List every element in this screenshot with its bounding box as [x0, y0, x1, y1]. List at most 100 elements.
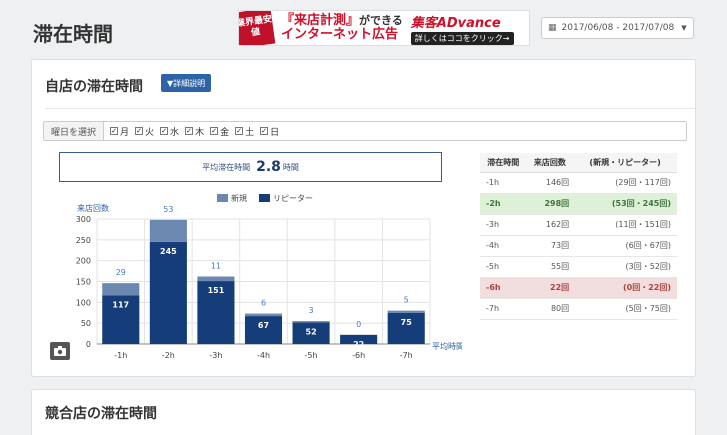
day-filter-label: 曜日を選択 — [44, 122, 105, 140]
table-cell-time: -5h — [480, 256, 527, 278]
ad-banner[interactable]: 業界最安値 『来店計測』ができる インターネット広告 集客ADvance 詳しく… — [238, 10, 530, 46]
y-tick-label: 150 — [76, 278, 91, 287]
bar-new — [102, 283, 140, 296]
table-row: -2h 298回 (53回・245回) — [480, 193, 677, 215]
day-label: 月 — [120, 127, 130, 138]
ad-badge: 業界最安値 — [239, 11, 276, 45]
competitor-panel-title: 競合店の滞在時間 — [45, 406, 157, 422]
legend-swatch — [217, 194, 228, 202]
checkbox-checked-icon: ✓ — [185, 127, 194, 135]
table-cell-time: -6h — [480, 277, 527, 299]
day-checkbox[interactable]: ✓ 火 — [135, 125, 154, 138]
ad-line1: 『来店計測』 — [281, 13, 360, 28]
table-row: -7h 80回 (5回・75回) — [480, 298, 677, 320]
y-tick-label: 250 — [76, 236, 91, 245]
date-range-value: 2017/06/08 - 2017/07/08 — [561, 23, 675, 33]
data-label-new: 11 — [211, 262, 221, 271]
x-tick-label: -2h — [162, 351, 175, 360]
day-label: 日 — [270, 127, 280, 138]
y-axis-label: 来店回数 — [77, 203, 109, 213]
bar-new — [244, 313, 283, 317]
avg-stay-value: 2.8 — [256, 159, 281, 175]
day-checkbox[interactable]: ✓ 月 — [110, 125, 129, 138]
camera-icon[interactable] — [50, 342, 70, 360]
divider — [45, 108, 695, 109]
ad-line1-suffix: ができる — [359, 14, 403, 27]
data-label-repeater: 245 — [160, 247, 177, 256]
y-tick-label: 0 — [86, 340, 91, 349]
day-label: 木 — [195, 127, 205, 138]
x-axis-label: 平均時間 — [432, 341, 462, 351]
day-checkbox[interactable]: ✓ 土 — [235, 125, 254, 138]
table-cell-detail: (5回・75回) — [573, 298, 677, 320]
data-label-new: 5 — [404, 296, 409, 305]
day-checkbox[interactable]: ✓ 木 — [185, 125, 204, 138]
competitor-panel: 競合店の滞在時間 — [31, 389, 696, 435]
data-label-new: 6 — [261, 299, 266, 308]
y-tick-label: 50 — [81, 319, 91, 328]
table-row: -1h 146回 (29回・117回) — [480, 172, 677, 194]
ad-text: 『来店計測』ができる インターネット広告 — [281, 14, 403, 42]
table-cell-time: -3h — [480, 214, 527, 236]
panel-title: 自店の滞在時間 — [45, 79, 143, 95]
table-header-detail: (新規・リピーター) — [573, 153, 677, 173]
table-cell-detail: (6回・67回) — [573, 235, 677, 257]
legend-label: 新規 — [231, 193, 247, 203]
data-label-new: 3 — [309, 306, 314, 315]
day-checkbox[interactable]: ✓ 日 — [260, 125, 279, 138]
y-tick-label: 100 — [76, 298, 91, 307]
legend-swatch — [259, 194, 270, 202]
table-cell-detail: (0回・22回) — [573, 277, 677, 299]
day-checkbox[interactable]: ✓ 金 — [210, 125, 229, 138]
x-tick-label: -3h — [209, 351, 222, 360]
table-cell-detail: (3回・52回) — [573, 256, 677, 278]
data-label-repeater: 22 — [353, 340, 364, 349]
legend-label: リピーター — [273, 194, 313, 203]
own-store-panel: 自店の滞在時間 ▼詳細説明 曜日を選択 ✓ 月 ✓ 火 ✓ 水 ✓ 木 ✓ 金 ✓ 土 ✓ 日 平均滞在時… — [31, 59, 696, 377]
avg-stay-label: 平均滞在時間 — [202, 162, 251, 172]
data-label-repeater: 151 — [208, 286, 225, 295]
date-range-picker[interactable]: ▦ 2017/06/08 - 2017/07/08 ▼ — [541, 17, 694, 39]
table-row: -6h 22回 (0回・22回) — [480, 277, 677, 299]
data-label-new: 29 — [116, 268, 126, 277]
checkbox-checked-icon: ✓ — [210, 127, 219, 135]
checkbox-checked-icon: ✓ — [110, 127, 119, 135]
day-filter: 曜日を選択 ✓ 月 ✓ 火 ✓ 水 ✓ 木 ✓ 金 ✓ 土 ✓ 日 — [43, 121, 687, 141]
data-label-repeater: 67 — [258, 321, 269, 330]
table-row: -5h 55回 (3回・52回) — [480, 256, 677, 278]
table-cell-time: -4h — [480, 235, 527, 257]
day-label: 火 — [145, 127, 155, 138]
table-cell-count: 162回 — [526, 214, 574, 236]
ad-brand-block: 集客ADvance 詳しくはココをクリック→ — [410, 12, 514, 45]
table-cell-count: 298回 — [526, 193, 574, 215]
checkbox-checked-icon: ✓ — [135, 127, 144, 135]
day-label: 金 — [220, 127, 230, 138]
calendar-icon: ▦ — [548, 23, 557, 33]
ad-cta-button[interactable]: 詳しくはココをクリック→ — [410, 31, 514, 45]
bar-new — [197, 276, 235, 282]
table-header-time: 滞在時間 — [480, 153, 527, 173]
day-checkbox[interactable]: ✓ 水 — [160, 125, 179, 138]
checkbox-checked-icon: ✓ — [160, 127, 169, 135]
table-cell-time: -7h — [480, 298, 527, 320]
data-label-repeater: 117 — [112, 300, 129, 309]
chevron-down-icon: ▼ — [681, 24, 687, 32]
x-tick-label: -5h — [305, 351, 318, 360]
table-cell-count: 73回 — [526, 235, 574, 257]
x-tick-label: -7h — [400, 351, 413, 360]
page-title: 滞在時間 — [33, 22, 113, 46]
table-cell-count: 22回 — [526, 277, 574, 299]
table-row: -3h 162回 (11回・151回) — [480, 214, 677, 236]
ad-line2: インターネット広告 — [281, 27, 399, 42]
stay-time-table: 滞在時間 来店回数 (新規・リピーター) -1h 146回 (29回・117回) -2… — [480, 153, 677, 320]
checkbox-checked-icon: ✓ — [235, 127, 244, 135]
x-tick-label: -1h — [114, 351, 127, 360]
detail-button[interactable]: ▼詳細説明 — [161, 74, 212, 92]
avg-stay-box: 平均滞在時間 2.8 時間 — [59, 152, 442, 182]
data-label-repeater: 52 — [306, 327, 317, 336]
table-row: -4h 73回 (6回・67回) — [480, 235, 677, 257]
data-label-repeater: 75 — [401, 318, 413, 327]
bar-new — [292, 321, 330, 323]
checkbox-checked-icon: ✓ — [260, 127, 269, 135]
bar-new — [387, 310, 425, 313]
